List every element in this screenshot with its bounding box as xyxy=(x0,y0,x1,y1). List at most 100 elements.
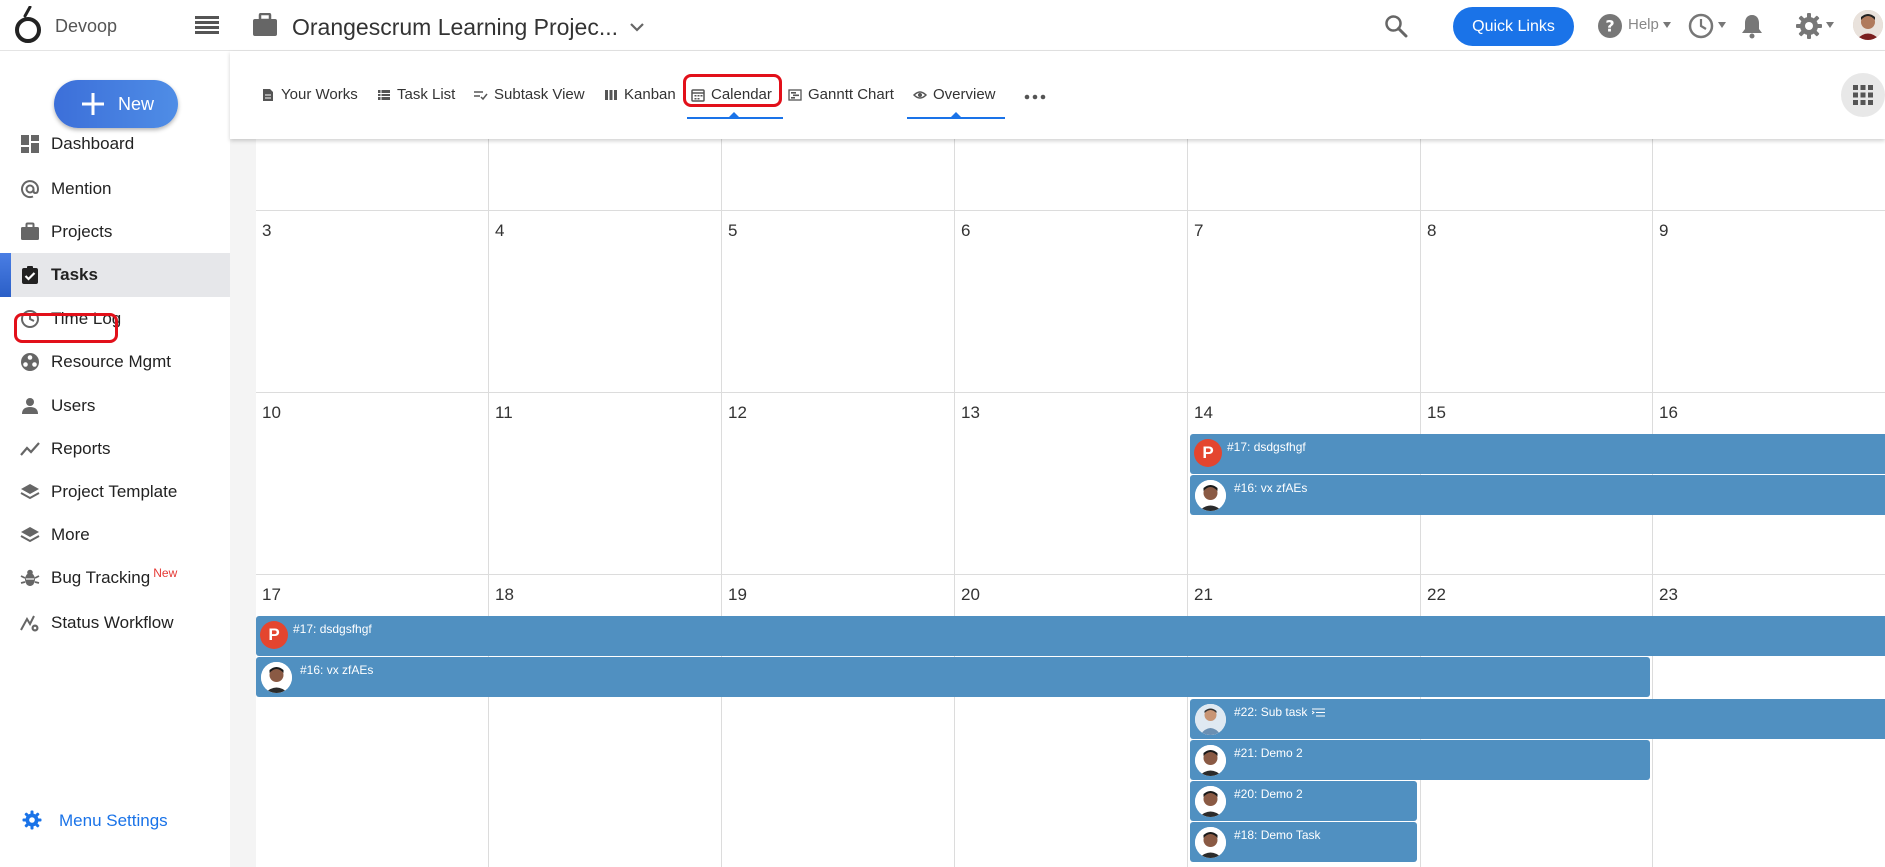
calendar-day-cell[interactable]: 5 xyxy=(722,211,955,393)
user-avatar[interactable] xyxy=(1853,10,1883,40)
event-label: #21: Demo 2 xyxy=(1234,746,1303,760)
sidebar-item-mention[interactable]: Mention xyxy=(0,167,230,211)
bug-tracking-label: Bug Tracking xyxy=(51,568,151,587)
help-icon[interactable]: ? xyxy=(1597,13,1623,39)
help-caret-icon[interactable] xyxy=(1663,22,1671,28)
calendar-event[interactable]: P #17: dsdgsfhgf xyxy=(1190,434,1885,474)
trend-icon xyxy=(20,442,40,456)
clock-caret-icon[interactable] xyxy=(1718,22,1726,28)
plus-icon xyxy=(82,93,104,115)
calendar-event[interactable]: #20: Demo 2 xyxy=(1190,781,1417,821)
event-label-text: #22: Sub task xyxy=(1234,705,1308,719)
event-label: #20: Demo 2 xyxy=(1234,787,1303,801)
day-number: 8 xyxy=(1427,221,1437,240)
user-icon xyxy=(22,398,38,414)
day-number: 12 xyxy=(728,403,747,422)
calendar-week-row xyxy=(256,139,1885,211)
settings-caret-icon[interactable] xyxy=(1826,22,1834,28)
gear-icon[interactable] xyxy=(1795,12,1823,40)
calendar-tab-indicator xyxy=(729,112,739,117)
more-options-icon[interactable] xyxy=(1024,93,1046,101)
assignee-avatar xyxy=(1195,704,1226,735)
calendar-day-cell[interactable]: 8 xyxy=(1421,211,1653,393)
new-button[interactable]: New xyxy=(54,80,178,128)
eye-icon xyxy=(913,91,927,99)
event-label: #22: Sub task xyxy=(1234,705,1326,719)
calendar-day-cell[interactable]: 12 xyxy=(722,393,955,575)
calendar-event[interactable]: #22: Sub task xyxy=(1190,699,1885,739)
calendar-day-cell[interactable] xyxy=(489,139,722,211)
assignee-avatar xyxy=(1195,827,1226,858)
day-number: 11 xyxy=(495,403,513,422)
event-label: #17: dsdgsfhgf xyxy=(1227,440,1306,454)
new-button-label: New xyxy=(118,94,155,114)
brand-name: Devoop xyxy=(55,16,118,36)
sidebar-item-project-template[interactable]: Project Template xyxy=(0,470,230,514)
chevron-down-icon[interactable] xyxy=(628,18,646,36)
project-title[interactable]: Orangescrum Learning Projec... xyxy=(292,14,618,41)
sidebar-item-dashboard[interactable]: Dashboard xyxy=(0,122,230,166)
calendar-day-cell[interactable]: 3 xyxy=(256,211,489,393)
calendar-event[interactable]: #18: Demo Task xyxy=(1190,822,1417,862)
priority-badge: P xyxy=(1194,439,1222,467)
sidebar-item-label: Status Workflow xyxy=(51,613,174,632)
sidebar-item-bug-tracking[interactable]: Bug Tracking New xyxy=(0,556,230,600)
briefcase-icon xyxy=(21,222,39,240)
bell-icon[interactable] xyxy=(1740,13,1764,39)
priority-badge: P xyxy=(260,621,288,649)
calendar-event[interactable]: #16: vx zfAEs xyxy=(1190,475,1885,515)
clock-icon[interactable] xyxy=(1688,13,1714,39)
calendar-day-cell[interactable]: 13 xyxy=(955,393,1188,575)
gantt-icon xyxy=(788,89,802,101)
calendar-day-cell[interactable]: 6 xyxy=(955,211,1188,393)
tab-label: Task List xyxy=(397,86,456,103)
calendar-day-cell[interactable] xyxy=(955,139,1188,211)
calendar-day-cell[interactable]: 11 xyxy=(489,393,722,575)
sidebar-item-tasks[interactable]: Tasks xyxy=(0,253,230,297)
sidebar-item-reports[interactable]: Reports xyxy=(0,427,230,471)
sidebar-item-status-workflow[interactable]: Status Workflow xyxy=(0,601,230,645)
apps-grid-button[interactable] xyxy=(1841,73,1885,117)
new-badge: New xyxy=(153,566,178,580)
calendar-day-cell[interactable] xyxy=(722,139,955,211)
calendar-day-cell[interactable] xyxy=(1188,139,1421,211)
clock-icon xyxy=(21,310,39,328)
main-content: Your Works Task List Subtask View Kanban xyxy=(230,51,1885,867)
day-number: 13 xyxy=(961,403,980,422)
calendar-day-cell[interactable] xyxy=(1421,139,1653,211)
search-icon[interactable] xyxy=(1383,13,1409,39)
calendar-day-cell[interactable]: 9 xyxy=(1653,211,1885,393)
subtask-icon xyxy=(474,91,488,101)
assignee-avatar xyxy=(261,662,292,693)
calendar-day-cell[interactable] xyxy=(1653,139,1885,211)
tab-label: Overview xyxy=(933,86,996,103)
calendar-day-cell[interactable] xyxy=(256,139,489,211)
sidebar-item-users[interactable]: Users xyxy=(0,384,230,428)
day-number: 7 xyxy=(1194,221,1204,240)
calendar-event[interactable]: #21: Demo 2 xyxy=(1190,740,1650,780)
menu-settings-label: Menu Settings xyxy=(59,811,168,830)
list-icon xyxy=(378,90,390,100)
sidebar: New Dashboard Mention Projects Tasks Tim… xyxy=(0,51,230,867)
calendar-day-cell[interactable]: 4 xyxy=(489,211,722,393)
sidebar-item-time-log[interactable]: Time Log xyxy=(0,297,230,341)
sidebar-item-label: Tasks xyxy=(51,265,98,284)
layers-icon xyxy=(20,484,40,500)
devoop-logo-icon[interactable] xyxy=(13,6,45,44)
calendar-event[interactable]: #16: vx zfAEs xyxy=(256,657,1650,697)
apps-grid-icon xyxy=(1853,85,1873,105)
quick-links-button[interactable]: Quick Links xyxy=(1453,7,1574,46)
subtask-icon xyxy=(1312,708,1326,717)
calendar-day-cell[interactable]: 7 xyxy=(1188,211,1421,393)
sidebar-item-more[interactable]: More xyxy=(0,513,230,557)
gear-icon xyxy=(22,810,42,830)
calendar-event[interactable]: P #17: dsdgsfhgf xyxy=(256,616,1885,656)
help-label[interactable]: Help xyxy=(1628,16,1659,33)
sidebar-item-resource-mgmt[interactable]: Resource Mgmt xyxy=(0,340,230,384)
sidebar-item-projects[interactable]: Projects xyxy=(0,210,230,254)
calendar-day-cell[interactable]: 10 xyxy=(256,393,489,575)
workflow-icon xyxy=(20,615,39,632)
event-label: #16: vx zfAEs xyxy=(1234,481,1308,495)
day-number: 3 xyxy=(262,221,272,240)
hamburger-menu-icon[interactable] xyxy=(195,16,219,34)
